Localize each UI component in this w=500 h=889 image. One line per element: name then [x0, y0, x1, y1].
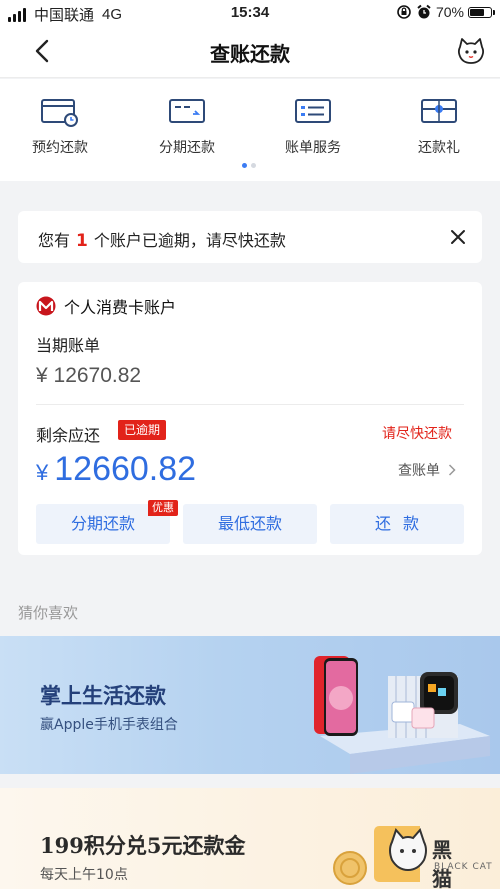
- quick-action-label: 账单服务: [285, 140, 341, 156]
- repay-gift-icon: [421, 99, 457, 123]
- account-header: 个人消费卡账户: [36, 294, 176, 318]
- banner-subtitle: 赢Apple手机手表组合: [40, 717, 178, 733]
- notice-count: 1: [76, 231, 88, 251]
- promo-banner-points[interactable]: 199积分兑5元还款金 每天上午10点 黑猫 BLACK CAT: [0, 788, 500, 889]
- black-cat-logo: [389, 828, 427, 872]
- close-icon[interactable]: [448, 227, 468, 247]
- bill-service-icon: [295, 99, 331, 123]
- quick-action-label: 分期还款: [159, 140, 215, 156]
- alarm-icon: [417, 4, 431, 19]
- quick-action-repay-gift[interactable]: 还款礼: [384, 97, 494, 157]
- account-card: 个人消费卡账户 当期账单 ¥ 12670.82 剩余应还 已逾期 请尽快还款 ¥…: [18, 282, 482, 555]
- guess-you-like-title: 猜你喜欢: [18, 604, 79, 622]
- quick-action-installment[interactable]: 分期还款: [132, 97, 242, 157]
- quick-action-scheduled-repay[interactable]: 预约还款: [5, 97, 115, 157]
- banner-title: 199积分兑5元还款金: [40, 833, 246, 858]
- page-indicator: [242, 163, 260, 168]
- battery-percent: 70%: [435, 4, 464, 20]
- installment-icon: [169, 99, 205, 123]
- account-title: 个人消费卡账户: [64, 298, 177, 317]
- repay-button[interactable]: 还款: [330, 504, 464, 544]
- period-bill-label: 当期账单: [36, 336, 101, 355]
- notice-suffix: 个账户已逾期，请尽快还款: [93, 231, 286, 250]
- cat-icon[interactable]: [456, 36, 486, 66]
- urge-text: 请尽快还款: [382, 426, 452, 442]
- promo-tag: 优惠: [148, 500, 178, 516]
- notice-prefix: 您有: [38, 231, 71, 250]
- remaining-amount-value: 12660.82: [54, 450, 197, 488]
- promo-banner-apple[interactable]: 掌上生活还款 赢Apple手机手表组合: [0, 636, 500, 774]
- quick-actions: 预约还款 分期还款 账单服务 还款礼: [0, 79, 500, 181]
- view-bill-link[interactable]: 查账单: [398, 460, 456, 480]
- remaining-amount: ¥12660.82: [36, 450, 196, 489]
- banner-subtitle: 每天上午10点: [40, 867, 128, 883]
- watermark-sub: BLACK CAT: [434, 862, 493, 872]
- view-bill-label: 查账单: [398, 463, 440, 479]
- overdue-badge: 已逾期: [118, 420, 167, 440]
- divider: [36, 404, 464, 405]
- quick-action-label: 还款礼: [418, 140, 460, 156]
- remaining-label: 剩余应还: [36, 426, 101, 445]
- overdue-notice: 您有 1 个账户已逾期，请尽快还款: [18, 211, 482, 263]
- battery-icon: [468, 6, 495, 18]
- status-bar: 中国联通 4G 15:34 70%: [0, 0, 500, 26]
- apple-products-illustration: [314, 656, 490, 774]
- quick-action-bill-service[interactable]: 账单服务: [258, 97, 368, 157]
- banner-title: 掌上生活还款: [40, 683, 166, 708]
- screen-lock-icon: [397, 5, 411, 19]
- period-bill-amount: ¥ 12670.82: [36, 364, 142, 387]
- nav-bar: 查账还款: [0, 26, 500, 78]
- bank-logo-icon: [36, 296, 56, 316]
- status-right: 70%: [396, 4, 495, 20]
- notice-text: 您有 1 个账户已逾期，请尽快还款: [38, 227, 286, 251]
- minimum-payment-button[interactable]: 最低还款: [183, 504, 317, 544]
- quick-action-label: 预约还款: [32, 140, 88, 156]
- watermark: 黑猫 BLACK CAT: [388, 828, 492, 889]
- chevron-right-icon: [448, 464, 456, 476]
- page-title: 查账还款: [210, 42, 290, 66]
- scheduled-repay-icon: [41, 99, 78, 127]
- currency-symbol: ¥: [36, 460, 49, 485]
